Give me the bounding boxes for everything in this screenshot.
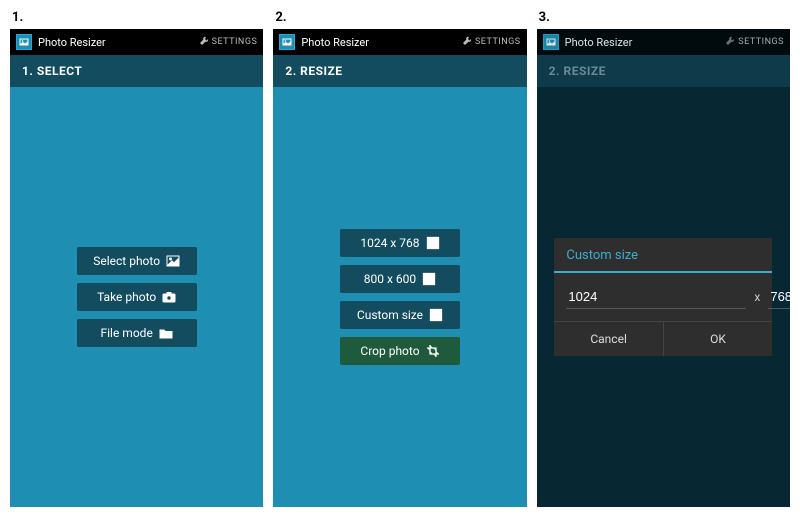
expand-icon bbox=[429, 308, 443, 322]
settings-label: SETTINGS bbox=[212, 37, 258, 47]
size-1024-button[interactable]: 1024 x 768 bbox=[340, 229, 460, 257]
panel-3-content: Custom size Crop photo Custom size x Can… bbox=[537, 87, 790, 507]
camera-icon bbox=[162, 290, 176, 304]
app-icon bbox=[543, 34, 559, 50]
step-header: 1. SELECT bbox=[10, 55, 263, 87]
wrench-icon bbox=[462, 36, 472, 49]
titlebar: Photo Resizer SETTINGS bbox=[273, 29, 526, 55]
custom-size-button[interactable]: Custom size bbox=[340, 301, 460, 329]
panel-2-content: 1024 x 768 800 x 600 Custom size Crop ph… bbox=[273, 87, 526, 507]
size-800-label: 800 x 600 bbox=[364, 272, 416, 286]
wrench-icon bbox=[725, 36, 735, 49]
app-title: Photo Resizer bbox=[301, 36, 369, 49]
image-icon bbox=[166, 254, 180, 268]
settings-link[interactable]: SETTINGS bbox=[725, 36, 784, 49]
dialog-actions: Cancel OK bbox=[554, 321, 772, 356]
dialog-title: Custom size bbox=[554, 238, 772, 273]
ok-button[interactable]: OK bbox=[664, 322, 772, 356]
dialog-body: x bbox=[554, 273, 772, 321]
width-input[interactable] bbox=[566, 285, 746, 309]
modal-overlay: Custom size x Cancel OK bbox=[537, 87, 790, 507]
titlebar: Photo Resizer SETTINGS bbox=[537, 29, 790, 55]
folder-icon bbox=[159, 326, 173, 340]
step-header: 2. RESIZE bbox=[537, 55, 790, 87]
expand-icon bbox=[426, 236, 440, 250]
file-mode-button[interactable]: File mode bbox=[77, 319, 197, 347]
custom-size-label: Custom size bbox=[357, 308, 423, 322]
panel-2: 2. Photo Resizer SETTINGS 2. RESIZE 1024… bbox=[273, 10, 526, 507]
crop-photo-label: Crop photo bbox=[360, 344, 419, 358]
settings-link[interactable]: SETTINGS bbox=[199, 36, 258, 49]
wrench-icon bbox=[199, 36, 209, 49]
phone-1: Photo Resizer SETTINGS 1. SELECT Select … bbox=[10, 29, 263, 507]
panel-3: 3. Photo Resizer SETTINGS 2. RESIZE Cust… bbox=[537, 10, 790, 507]
select-photo-button[interactable]: Select photo bbox=[77, 247, 197, 275]
height-input[interactable] bbox=[768, 285, 790, 309]
step-header: 2. RESIZE bbox=[273, 55, 526, 87]
app-icon bbox=[16, 34, 32, 50]
panel-1: 1. Photo Resizer SETTINGS 1. SELECT Sele… bbox=[10, 10, 263, 507]
settings-link[interactable]: SETTINGS bbox=[462, 36, 521, 49]
take-photo-button[interactable]: Take photo bbox=[77, 283, 197, 311]
custom-size-dialog: Custom size x Cancel OK bbox=[554, 238, 772, 356]
app-title: Photo Resizer bbox=[565, 36, 633, 49]
settings-label: SETTINGS bbox=[475, 37, 521, 47]
phone-2: Photo Resizer SETTINGS 2. RESIZE 1024 x … bbox=[273, 29, 526, 507]
settings-label: SETTINGS bbox=[738, 37, 784, 47]
expand-icon bbox=[422, 272, 436, 286]
select-photo-label: Select photo bbox=[93, 254, 160, 268]
x-separator: x bbox=[754, 290, 760, 304]
app-icon bbox=[279, 34, 295, 50]
crop-icon bbox=[426, 344, 440, 358]
titlebar: Photo Resizer SETTINGS bbox=[10, 29, 263, 55]
crop-photo-button[interactable]: Crop photo bbox=[340, 337, 460, 365]
panel-2-label: 2. bbox=[273, 10, 526, 25]
app-title: Photo Resizer bbox=[38, 36, 106, 49]
cancel-button[interactable]: Cancel bbox=[554, 322, 663, 356]
file-mode-label: File mode bbox=[101, 326, 153, 340]
take-photo-label: Take photo bbox=[97, 290, 156, 304]
panel-1-label: 1. bbox=[10, 10, 263, 25]
size-1024-label: 1024 x 768 bbox=[360, 236, 419, 250]
panel-3-label: 3. bbox=[537, 10, 790, 25]
phone-3: Photo Resizer SETTINGS 2. RESIZE Custom … bbox=[537, 29, 790, 507]
panel-1-content: Select photo Take photo File mode bbox=[10, 87, 263, 507]
size-800-button[interactable]: 800 x 600 bbox=[340, 265, 460, 293]
